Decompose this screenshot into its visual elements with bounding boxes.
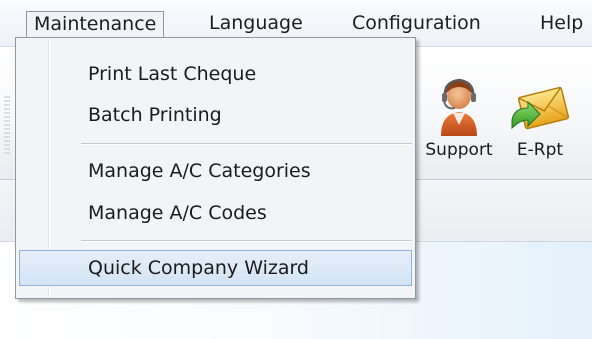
support-label: Support: [425, 140, 493, 160]
support-person-icon: [441, 78, 477, 136]
menu-help[interactable]: Help: [532, 11, 591, 38]
menu-item-manage-ac-categories[interactable]: Manage A/C Categories: [19, 154, 412, 190]
menu-item-manage-ac-codes[interactable]: Manage A/C Codes: [19, 196, 412, 232]
menu-separator: [81, 240, 412, 242]
toolbar-grip: [4, 96, 10, 154]
menu-item-batch-printing[interactable]: Batch Printing: [19, 98, 412, 134]
maintenance-dropdown: Print Last Cheque Batch Printing Manage …: [15, 37, 416, 299]
e-rpt-button[interactable]: E-Rpt: [504, 70, 576, 160]
menu-item-quick-company-wizard[interactable]: Quick Company Wizard: [19, 250, 412, 286]
menu-language[interactable]: Language: [201, 11, 311, 38]
menu-separator: [81, 143, 412, 145]
menu-configuration[interactable]: Configuration: [344, 11, 489, 38]
support-button[interactable]: Support: [422, 70, 496, 160]
e-rpt-label: E-Rpt: [516, 140, 564, 160]
menu-item-print-last-cheque[interactable]: Print Last Cheque: [19, 57, 412, 93]
menu-maintenance[interactable]: Maintenance: [26, 11, 165, 38]
email-report-icon: [511, 86, 570, 130]
